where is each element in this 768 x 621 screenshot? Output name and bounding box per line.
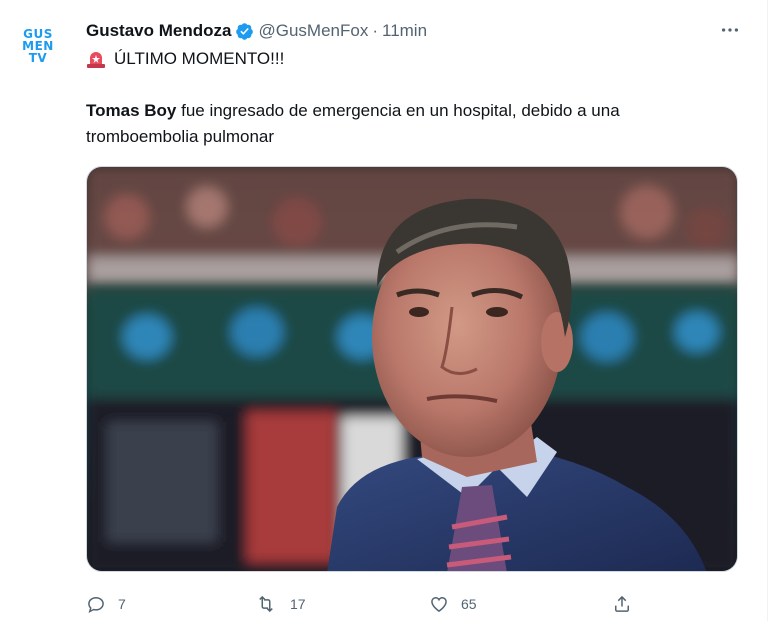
timestamp[interactable]: 11min <box>382 21 427 41</box>
retweet-button[interactable]: 17 <box>254 590 306 618</box>
tweet-header: Gustavo Mendoza @GusMenFox · 11min <box>86 20 427 42</box>
photo-illustration <box>87 167 737 571</box>
like-count: 65 <box>461 596 477 612</box>
tweet[interactable]: GUS MEN TV Gustavo Mendoza @GusMenFox · … <box>0 0 768 621</box>
retweet-count: 17 <box>290 596 306 612</box>
headline-text: ÚLTIMO MOMENTO!!! <box>114 49 285 68</box>
avatar[interactable]: GUS MEN TV <box>14 22 62 70</box>
police-light-icon <box>86 49 106 69</box>
reply-count: 7 <box>118 596 126 612</box>
retweet-icon <box>259 595 273 613</box>
tweet-text: Tomas Boy fue ingresado de emergencia en… <box>86 98 726 150</box>
headline: ÚLTIMO MOMENTO!!! <box>86 47 284 71</box>
reply-button[interactable]: 7 <box>86 590 126 618</box>
share-icon <box>615 595 629 612</box>
author-name[interactable]: Gustavo Mendoza <box>86 21 231 41</box>
author-handle[interactable]: @GusMenFox <box>258 21 368 41</box>
tweet-photo[interactable] <box>86 166 738 572</box>
heart-icon <box>431 596 447 612</box>
more-icon[interactable] <box>718 20 742 40</box>
separator: · <box>372 21 378 40</box>
verified-icon <box>235 22 254 41</box>
share-button[interactable] <box>612 590 644 618</box>
avatar-text-3: TV <box>28 51 48 65</box>
tweet-actions: 7 17 65 <box>86 590 646 618</box>
reply-icon <box>88 596 104 613</box>
like-button[interactable]: 65 <box>429 590 477 618</box>
tweet-text-bold: Tomas Boy <box>86 101 177 120</box>
